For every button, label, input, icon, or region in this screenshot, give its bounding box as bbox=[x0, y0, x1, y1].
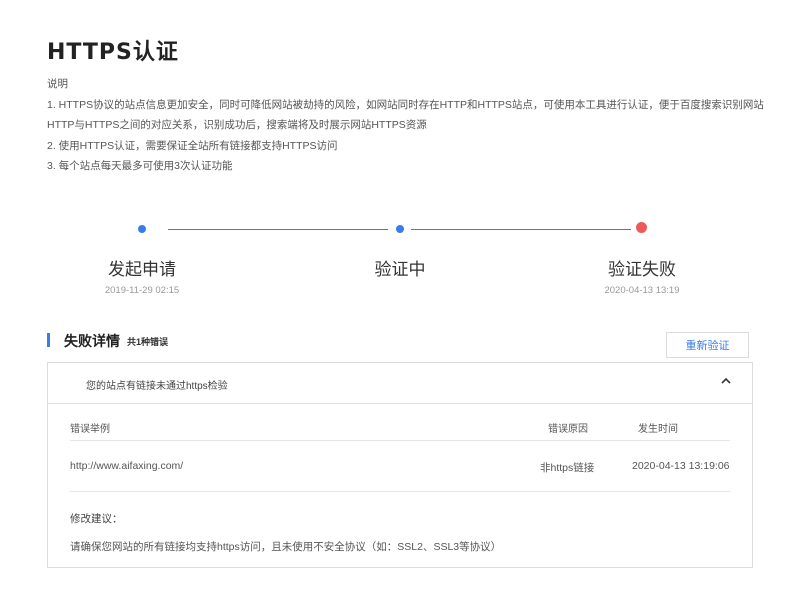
step-time-apply: 2019-11-29 02:15 bbox=[104, 285, 180, 296]
failure-section-title: 失败详情 bbox=[64, 333, 120, 349]
step-dot-verifying bbox=[396, 225, 404, 233]
description-line: HTTP与HTTPS之间的对应关系，识别成功后，搜索端将及时展示网站HTTPS资… bbox=[47, 119, 427, 131]
step-label-failed: 验证失败 bbox=[608, 260, 676, 279]
suggestion-title: 修改建议： bbox=[70, 513, 123, 525]
chevron-up-icon[interactable] bbox=[720, 375, 732, 387]
divider bbox=[70, 491, 730, 492]
retry-verify-button[interactable]: 重新验证 bbox=[666, 332, 749, 358]
error-time: 2020-04-13 13:19:06 bbox=[632, 460, 730, 472]
section-accent-bar bbox=[47, 333, 50, 347]
column-header-time: 发生时间 bbox=[638, 424, 678, 435]
failure-detail-panel: 您的站点有链接未通过https检验 错误举例 错误原因 发生时间 http://… bbox=[47, 362, 753, 568]
column-header-reason: 错误原因 bbox=[548, 424, 588, 435]
error-example-url: http://www.aifaxing.com/ bbox=[70, 460, 184, 472]
column-header-example: 错误举例 bbox=[70, 424, 110, 435]
error-reason: 非https链接 bbox=[540, 462, 595, 474]
panel-header[interactable]: 您的站点有链接未通过https检验 bbox=[48, 363, 752, 404]
step-label-apply: 发起申请 bbox=[108, 260, 176, 279]
description-line: 1. HTTPS协议的站点信息更加安全，同时可降低网站被劫持的风险，如网站同时存… bbox=[47, 98, 764, 111]
description-heading: 说明 bbox=[47, 78, 68, 90]
step-dot-apply bbox=[138, 225, 146, 233]
step-label-verifying: 验证中 bbox=[374, 260, 426, 279]
error-count-badge: 共1种错误 bbox=[127, 337, 169, 347]
progress-steps: 发起申请 验证中 验证失败 2019-11-29 02:15 2020-04-1… bbox=[0, 216, 799, 306]
page-title: HTTPS认证 bbox=[47, 40, 179, 65]
panel-header-text: 您的站点有链接未通过https检验 bbox=[86, 381, 228, 392]
description-line: 2. 使用HTTPS认证，需要保证全站所有链接都支持HTTPS访问 bbox=[47, 139, 338, 152]
description-line: 3. 每个站点每天最多可使用3次认证功能 bbox=[47, 160, 233, 172]
divider bbox=[70, 440, 730, 441]
step-connector bbox=[168, 229, 388, 230]
description: 说明 1. HTTPS协议的站点信息更加安全，同时可降低网站被劫持的风险，如网站… bbox=[47, 74, 764, 177]
https-auth-page: HTTPS认证 说明 1. HTTPS协议的站点信息更加安全，同时可降低网站被劫… bbox=[0, 0, 799, 596]
step-time-failed: 2020-04-13 13:19 bbox=[604, 285, 680, 296]
suggestion-text: 请确保您网站的所有链接均支持https访问，且未使用不安全协议（如：SSL2、S… bbox=[70, 541, 502, 553]
step-dot-failed bbox=[636, 222, 647, 233]
step-connector bbox=[411, 229, 631, 230]
